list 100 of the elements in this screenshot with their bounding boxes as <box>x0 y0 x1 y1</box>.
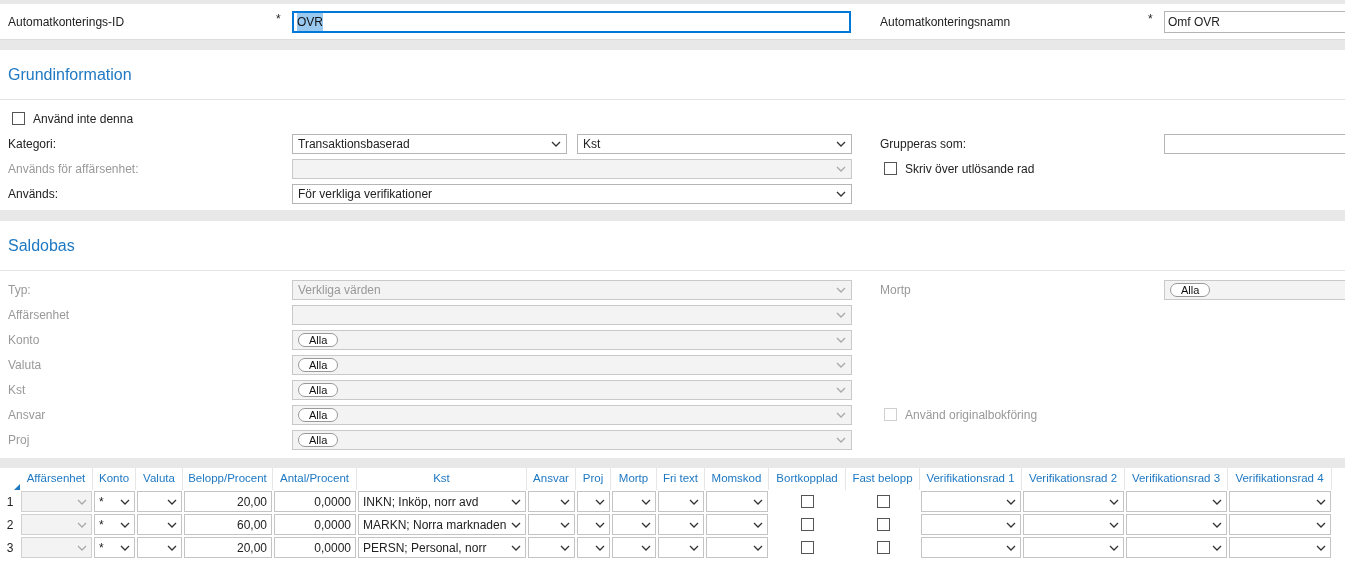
dropdown[interactable] <box>577 514 610 535</box>
dropdown[interactable] <box>137 537 182 558</box>
dropdown[interactable] <box>1126 514 1227 535</box>
chevron-down-icon <box>836 411 846 418</box>
dropdown[interactable] <box>577 537 610 558</box>
checkbox-label: Använd inte denna <box>33 110 134 128</box>
dropdown[interactable] <box>706 514 768 535</box>
column-header[interactable]: Mortp <box>611 468 657 490</box>
number-field[interactable]: 0,0000 <box>274 514 356 535</box>
checkbox[interactable] <box>801 518 814 531</box>
dropdown[interactable]: Kst <box>577 133 852 154</box>
field-label: Används för affärsenhet: <box>7 160 140 178</box>
chevron-down-icon <box>836 286 846 293</box>
chevron-down-icon <box>1212 498 1222 505</box>
filter-chip: Alla <box>298 382 339 397</box>
column-header[interactable]: Belopp/Procent <box>183 468 273 490</box>
chevron-down-icon <box>120 544 130 551</box>
chevron-down-icon <box>641 498 651 505</box>
corner-triangle-icon[interactable] <box>14 484 20 490</box>
dropdown[interactable] <box>612 491 656 512</box>
column-header[interactable]: Fast belopp <box>846 468 920 490</box>
column-header[interactable]: Verifikationsrad 3 <box>1125 468 1228 490</box>
dropdown[interactable] <box>577 491 610 512</box>
chevron-down-icon <box>689 544 699 551</box>
checkbox-label: Använd originalbokföring <box>905 406 1038 424</box>
checkbox[interactable] <box>12 112 25 125</box>
chevron-down-icon <box>551 140 561 147</box>
chevron-down-icon <box>836 336 846 343</box>
dropdown[interactable] <box>1229 537 1331 558</box>
dropdown[interactable]: INKN; Inköp, norr avd <box>358 491 526 512</box>
dropdown[interactable]: För verkliga verifikationer <box>292 183 852 204</box>
dropdown[interactable]: Transaktionsbaserad <box>292 133 567 154</box>
column-header[interactable]: Verifikationsrad 4 <box>1228 468 1332 490</box>
dropdown[interactable] <box>612 514 656 535</box>
chevron-down-icon <box>753 521 763 528</box>
dropdown[interactable] <box>528 491 575 512</box>
chevron-down-icon <box>1316 498 1326 505</box>
column-header[interactable]: Proj <box>576 468 611 490</box>
chevron-down-icon <box>641 521 651 528</box>
dropdown[interactable] <box>921 491 1021 512</box>
checkbox[interactable] <box>801 541 814 554</box>
column-header[interactable]: Konto <box>93 468 136 490</box>
number-field[interactable]: 0,0000 <box>274 491 356 512</box>
filter-chip: Alla <box>298 432 339 447</box>
dropdown[interactable]: * <box>94 514 135 535</box>
dropdown[interactable] <box>528 514 575 535</box>
field-label: Kst <box>7 381 27 399</box>
dropdown[interactable] <box>1126 491 1227 512</box>
dropdown[interactable] <box>921 537 1021 558</box>
dropdown[interactable] <box>612 537 656 558</box>
dropdown[interactable] <box>658 537 704 558</box>
checkbox[interactable] <box>801 495 814 508</box>
number-field[interactable]: 0,0000 <box>274 537 356 558</box>
chevron-down-icon <box>167 544 177 551</box>
chevron-down-icon <box>1109 498 1119 505</box>
dropdown[interactable] <box>1229 491 1331 512</box>
dropdown[interactable]: * <box>94 537 135 558</box>
text-field[interactable] <box>1164 133 1345 154</box>
column-header[interactable]: Valuta <box>136 468 183 490</box>
chevron-down-icon <box>77 498 87 505</box>
dropdown[interactable] <box>1229 514 1331 535</box>
section-heading: Saldobas <box>7 235 75 256</box>
checkbox[interactable] <box>876 518 890 531</box>
dropdown[interactable] <box>706 491 768 512</box>
dropdown[interactable] <box>137 491 182 512</box>
chevron-down-icon <box>1212 521 1222 528</box>
column-header[interactable]: Momskod <box>705 468 769 490</box>
dropdown[interactable] <box>1023 514 1124 535</box>
column-header[interactable]: Bortkopplad <box>769 468 846 490</box>
chevron-down-icon <box>753 544 763 551</box>
number-field[interactable]: 20,00 <box>184 491 272 512</box>
dropdown[interactable] <box>658 514 704 535</box>
column-header[interactable]: Kst <box>357 468 527 490</box>
column-header[interactable]: Verifikationsrad 1 <box>920 468 1022 490</box>
dropdown[interactable]: PERSN; Personal, norr <box>358 537 526 558</box>
checkbox[interactable] <box>876 495 890 508</box>
column-header[interactable]: Verifikationsrad 2 <box>1022 468 1125 490</box>
text-field[interactable]: OVR <box>292 10 851 33</box>
dropdown[interactable] <box>706 537 768 558</box>
dropdown[interactable] <box>1023 491 1124 512</box>
dropdown[interactable]: * <box>94 491 135 512</box>
chevron-down-icon <box>560 544 570 551</box>
dropdown[interactable] <box>658 491 704 512</box>
chevron-down-icon <box>77 521 87 528</box>
checkbox[interactable] <box>876 541 890 554</box>
dropdown[interactable] <box>528 537 575 558</box>
dropdown[interactable] <box>1023 537 1124 558</box>
dropdown[interactable] <box>921 514 1021 535</box>
dropdown[interactable]: MARKN; Norra marknaden <box>358 514 526 535</box>
column-header[interactable]: Ansvar <box>527 468 576 490</box>
chevron-down-icon <box>1109 521 1119 528</box>
column-header[interactable]: Fri text <box>657 468 705 490</box>
number-field[interactable]: 20,00 <box>184 537 272 558</box>
dropdown[interactable] <box>137 514 182 535</box>
dropdown[interactable] <box>1126 537 1227 558</box>
column-header[interactable]: Antal/Procent <box>273 468 357 490</box>
chevron-down-icon <box>120 498 130 505</box>
required-mark: * <box>276 11 282 28</box>
number-field[interactable]: 60,00 <box>184 514 272 535</box>
text-field[interactable]: Omf OVR <box>1164 10 1345 33</box>
